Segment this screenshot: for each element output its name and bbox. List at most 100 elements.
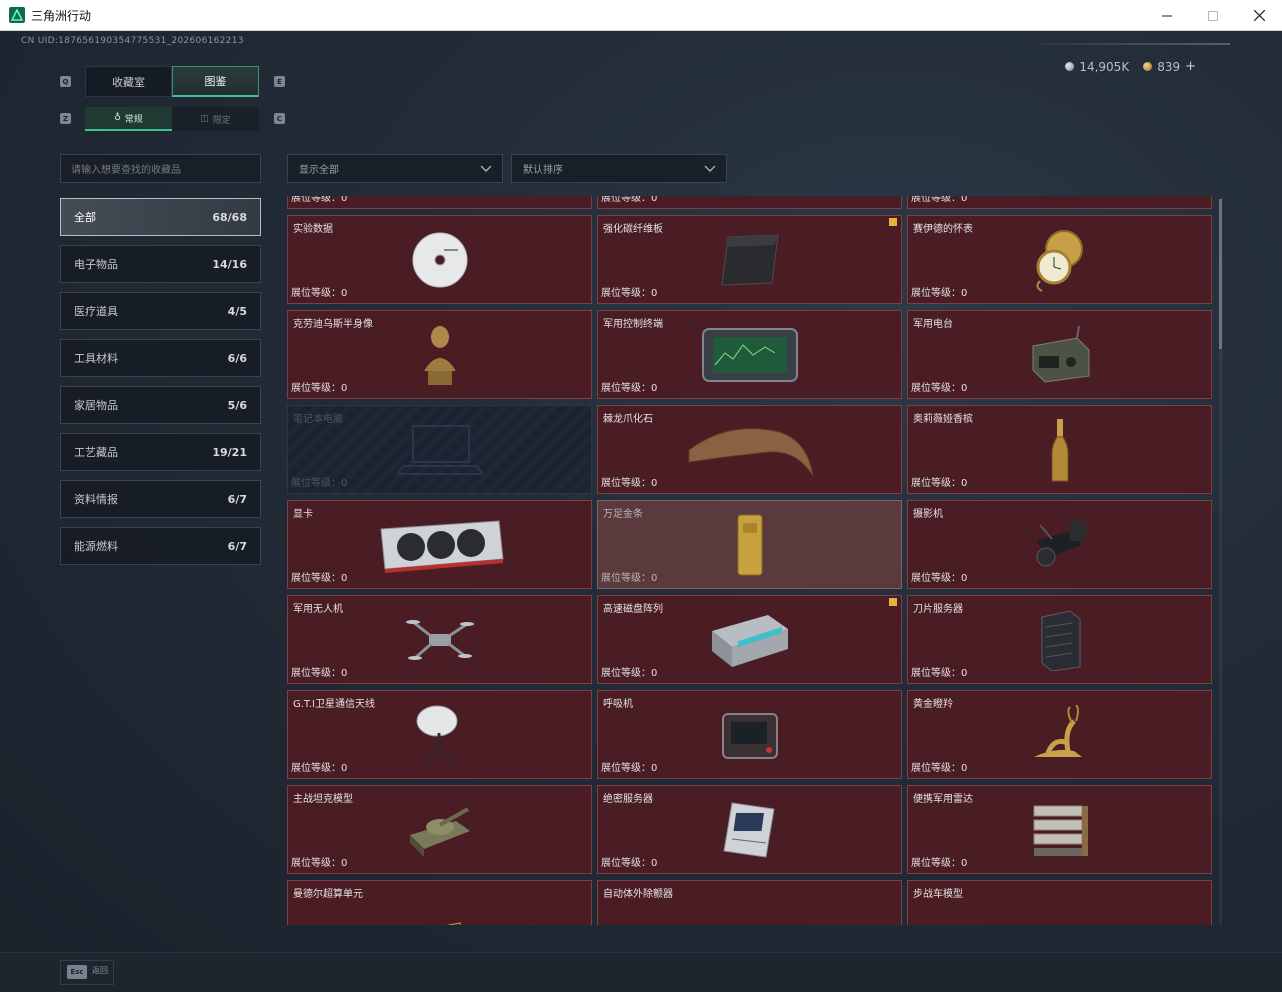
category-all[interactable]: 全部 68/68 — [60, 198, 261, 236]
item-card-disk-array[interactable]: 高速磁盘阵列 展位等级：0 — [597, 595, 902, 684]
item-card[interactable]: 展位等级：0 — [287, 196, 592, 209]
category-household[interactable]: 家居物品 5/6 — [60, 386, 261, 424]
item-card-drone[interactable]: 军用无人机 展位等级：0 — [287, 595, 592, 684]
item-name: 高速磁盘阵列 — [603, 604, 663, 615]
category-label: 能源燃料 — [74, 540, 118, 553]
item-card-supercomputer-unit[interactable]: 曼德尔超算单元 — [287, 880, 592, 925]
item-card-experiment-data[interactable]: 实验数据 展位等级：0 — [287, 215, 592, 304]
item-name: 自动体外除颤器 — [603, 889, 673, 900]
item-level: 展位等级：0 — [911, 196, 968, 204]
category-label: 全部 — [74, 211, 96, 224]
subtab-regular[interactable]: ♁ 常规 — [85, 107, 172, 131]
item-card-graphics-card[interactable]: 显卡 展位等级：0 — [287, 500, 592, 589]
category-intel[interactable]: 资料情报 6/7 — [60, 480, 261, 518]
item-card-aed[interactable]: 自动体外除颤器 — [597, 880, 902, 925]
item-name: 步战车模型 — [913, 889, 963, 900]
chevron-down-icon — [704, 165, 716, 172]
item-level: 展位等级：0 — [601, 196, 658, 204]
silver-amount: 14,905K — [1079, 59, 1130, 74]
item-level: 展位等级：0 — [601, 858, 658, 869]
item-name: 赛伊德的怀表 — [913, 224, 973, 235]
decorative-line — [1040, 43, 1230, 45]
item-card-control-terminal[interactable]: 军用控制终端 展位等级：0 — [597, 310, 902, 399]
portable-radar-icon — [1033, 805, 1088, 856]
item-card-gold-bar[interactable]: 万足金条 展位等级：0 — [597, 500, 902, 589]
category-label: 家居物品 — [74, 399, 118, 412]
new-badge-icon — [889, 598, 897, 606]
tab-codex[interactable]: 图鉴 — [172, 66, 259, 97]
item-grid-viewport[interactable]: 展位等级：0 展位等级：0 展位等级：0 实验数据 展位等级：0 强化碳纤维板 … — [287, 196, 1227, 925]
bust-statue-icon — [423, 325, 456, 385]
item-level: 展位等级：0 — [291, 668, 348, 679]
item-level: 展位等级：0 — [601, 478, 658, 489]
item-card-laptop-locked[interactable]: 笔记本电脑 展位等级：0 — [287, 405, 592, 494]
next-tab-hotkey[interactable]: E — [274, 76, 285, 87]
scrollbar-thumb[interactable] — [1219, 199, 1222, 349]
item-name: 刀片服务器 — [913, 604, 963, 615]
blade-server-icon — [1041, 609, 1080, 671]
item-card-secret-server[interactable]: 绝密服务器 展位等级：0 — [597, 785, 902, 874]
sub-tabs: ♁ 常规 ◫ 限定 — [85, 107, 259, 131]
item-name: 万足金条 — [603, 509, 643, 520]
item-card-champagne[interactable]: 奥莉薇娅香槟 展位等级：0 — [907, 405, 1212, 494]
category-count: 14/16 — [212, 257, 247, 271]
subtab-regular-label: 常规 — [124, 114, 143, 125]
minimize-icon — [1162, 15, 1172, 16]
item-card-tank-model[interactable]: 主战坦克模型 展位等级：0 — [287, 785, 592, 874]
maximize-button[interactable] — [1190, 0, 1236, 31]
category-electronics[interactable]: 电子物品 14/16 — [60, 245, 261, 283]
sort-dropdown[interactable]: 默认排序 — [511, 154, 727, 183]
next-subtab-hotkey[interactable]: C — [274, 113, 285, 124]
item-card-pocket-watch[interactable]: 赛伊德的怀表 展位等级：0 — [907, 215, 1212, 304]
silver-coin-icon — [1065, 62, 1075, 71]
category-medical[interactable]: 医疗道具 4/5 — [60, 292, 261, 330]
gold-bar-icon — [737, 514, 762, 575]
category-crafts[interactable]: 工艺藏品 19/21 — [60, 433, 261, 471]
item-name: 曼德尔超算单元 — [293, 889, 363, 900]
gold-amount: 839 — [1157, 59, 1181, 74]
item-card-golden-gazelle[interactable]: 黄金瞪羚 展位等级：0 — [907, 690, 1212, 779]
regular-icon: ♁ — [114, 113, 121, 123]
category-count: 6/6 — [227, 351, 247, 365]
grid-scrollbar[interactable] — [1219, 199, 1222, 925]
maximize-icon — [1208, 10, 1218, 21]
currency-bar: 14,905K 839 + — [1065, 59, 1196, 74]
pocket-watch-icon — [1035, 229, 1083, 292]
item-card-portable-radar[interactable]: 便携军用雷达 展位等级：0 — [907, 785, 1212, 874]
item-card-ifv-model[interactable]: 步战车模型 — [907, 880, 1212, 925]
category-count: 68/68 — [212, 210, 247, 224]
item-card-bust[interactable]: 克劳迪乌斯半身像 展位等级：0 — [287, 310, 592, 399]
item-card-military-radio[interactable]: 军用电台 展位等级：0 — [907, 310, 1212, 399]
prev-tab-hotkey[interactable]: Q — [60, 76, 71, 87]
minimize-button[interactable] — [1144, 0, 1190, 31]
category-count: 19/21 — [212, 445, 247, 459]
category-tools[interactable]: 工具材料 6/6 — [60, 339, 261, 377]
item-card-ventilator[interactable]: 呼吸机 展位等级：0 — [597, 690, 902, 779]
category-list: 全部 68/68 电子物品 14/16 医疗道具 4/5 工具材料 6/6 家居物品 5/… — [60, 198, 261, 574]
tab-collection-room[interactable]: 收藏室 — [85, 66, 172, 97]
back-label: 返回 — [92, 966, 108, 975]
item-card[interactable]: 展位等级：0 — [597, 196, 902, 209]
item-name: 军用无人机 — [293, 604, 343, 615]
filter-dropdown[interactable]: 显示全部 — [287, 154, 503, 183]
item-name: 实验数据 — [293, 224, 333, 235]
main-tabs: 收藏室 图鉴 — [85, 66, 259, 97]
prev-subtab-hotkey[interactable]: Z — [60, 113, 71, 124]
subtab-limited-label: 限定 — [212, 115, 231, 126]
category-label: 工具材料 — [74, 352, 118, 365]
item-card[interactable]: 展位等级：0 — [907, 196, 1212, 209]
item-card-blade-server[interactable]: 刀片服务器 展位等级：0 — [907, 595, 1212, 684]
add-currency-button[interactable]: + — [1185, 59, 1196, 74]
item-name: 棘龙爪化石 — [603, 414, 653, 425]
item-card-spinosaurus-claw[interactable]: 棘龙爪化石 展位等级：0 — [597, 405, 902, 494]
item-card-camera[interactable]: 摄影机 展位等级：0 — [907, 500, 1212, 589]
close-button[interactable] — [1236, 0, 1282, 31]
item-level: 展位等级：0 — [911, 383, 968, 394]
category-energy[interactable]: 能源燃料 6/7 — [60, 527, 261, 565]
item-card-carbon-plate[interactable]: 强化碳纤维板 展位等级：0 — [597, 215, 902, 304]
subtab-limited[interactable]: ◫ 限定 — [172, 107, 259, 131]
item-card-satellite-antenna[interactable]: G.T.I卫星通信天线 展位等级：0 — [287, 690, 592, 779]
item-level: 展位等级：0 — [291, 196, 348, 204]
item-level: 展位等级：0 — [291, 383, 348, 394]
search-input[interactable]: 请输入想要查找的收藏品 — [60, 154, 261, 183]
